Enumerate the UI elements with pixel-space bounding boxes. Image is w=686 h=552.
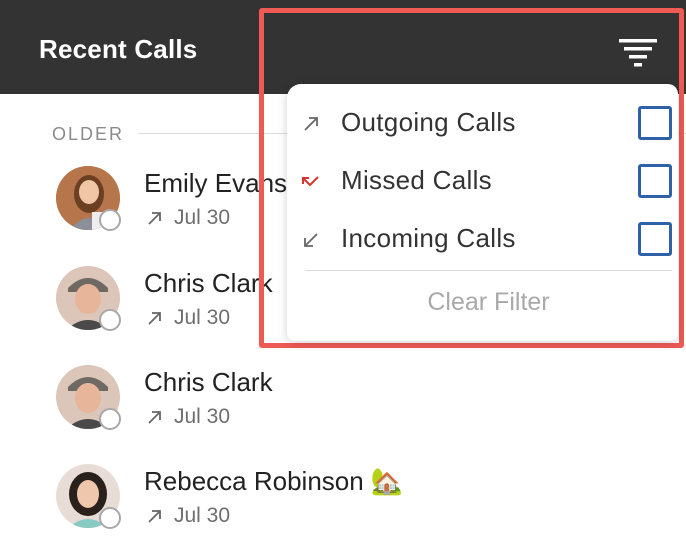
contact-name: Rebecca Robinson 🏡: [144, 466, 404, 496]
filter-dropdown-menu: Outgoing Calls Missed Calls Incoming Cal…: [287, 84, 678, 341]
clear-filter-button[interactable]: Clear Filter: [287, 288, 686, 317]
avatar: [56, 166, 121, 231]
contact-name: Chris Clark: [144, 367, 273, 397]
outgoing-call-icon: [148, 212, 161, 225]
contact-name: Chris Clark: [144, 268, 273, 298]
call-meta: Jul 30: [146, 306, 230, 330]
arrow-up-right-icon: [304, 117, 318, 131]
menu-divider: [305, 270, 672, 271]
call-meta: Jul 30: [146, 405, 230, 429]
avatar: [56, 464, 121, 529]
filter-option-label: Outgoing Calls: [341, 107, 516, 137]
outgoing-call-icon: [148, 312, 161, 325]
call-meta: Jul 30: [146, 206, 230, 230]
filter-option-label: Incoming Calls: [341, 223, 516, 253]
list-item[interactable]: Chris Clark Jul 30: [0, 365, 686, 461]
call-date: Jul 30: [174, 306, 231, 329]
presence-status-icon: [99, 209, 121, 231]
filter-option-missed[interactable]: Missed Calls: [287, 156, 678, 206]
avatar: [56, 365, 121, 430]
page-title: Recent Calls: [39, 34, 198, 64]
call-date: Jul 30: [174, 504, 231, 527]
list-item[interactable]: Rebecca Robinson 🏡 Jul 30: [0, 464, 686, 552]
presence-status-icon: [99, 507, 121, 529]
filter-option-incoming[interactable]: Incoming Calls: [287, 214, 678, 264]
filter-checkbox-outgoing[interactable]: [638, 106, 672, 140]
filter-option-outgoing[interactable]: Outgoing Calls: [287, 98, 678, 148]
filter-checkbox-missed[interactable]: [638, 164, 672, 198]
call-date: Jul 30: [174, 405, 231, 428]
outgoing-call-icon: [148, 510, 161, 523]
presence-status-icon: [99, 309, 121, 331]
call-date: Jul 30: [174, 206, 231, 229]
arrow-down-left-icon: [304, 233, 318, 247]
call-meta: Jul 30: [146, 504, 230, 528]
filter-option-label: Missed Calls: [341, 165, 492, 195]
outgoing-call-icon: [148, 411, 161, 424]
filter-checkbox-incoming[interactable]: [638, 222, 672, 256]
avatar: [56, 266, 121, 331]
missed-call-icon: [302, 176, 319, 187]
presence-status-icon: [99, 408, 121, 430]
section-label: OLDER: [52, 124, 125, 144]
